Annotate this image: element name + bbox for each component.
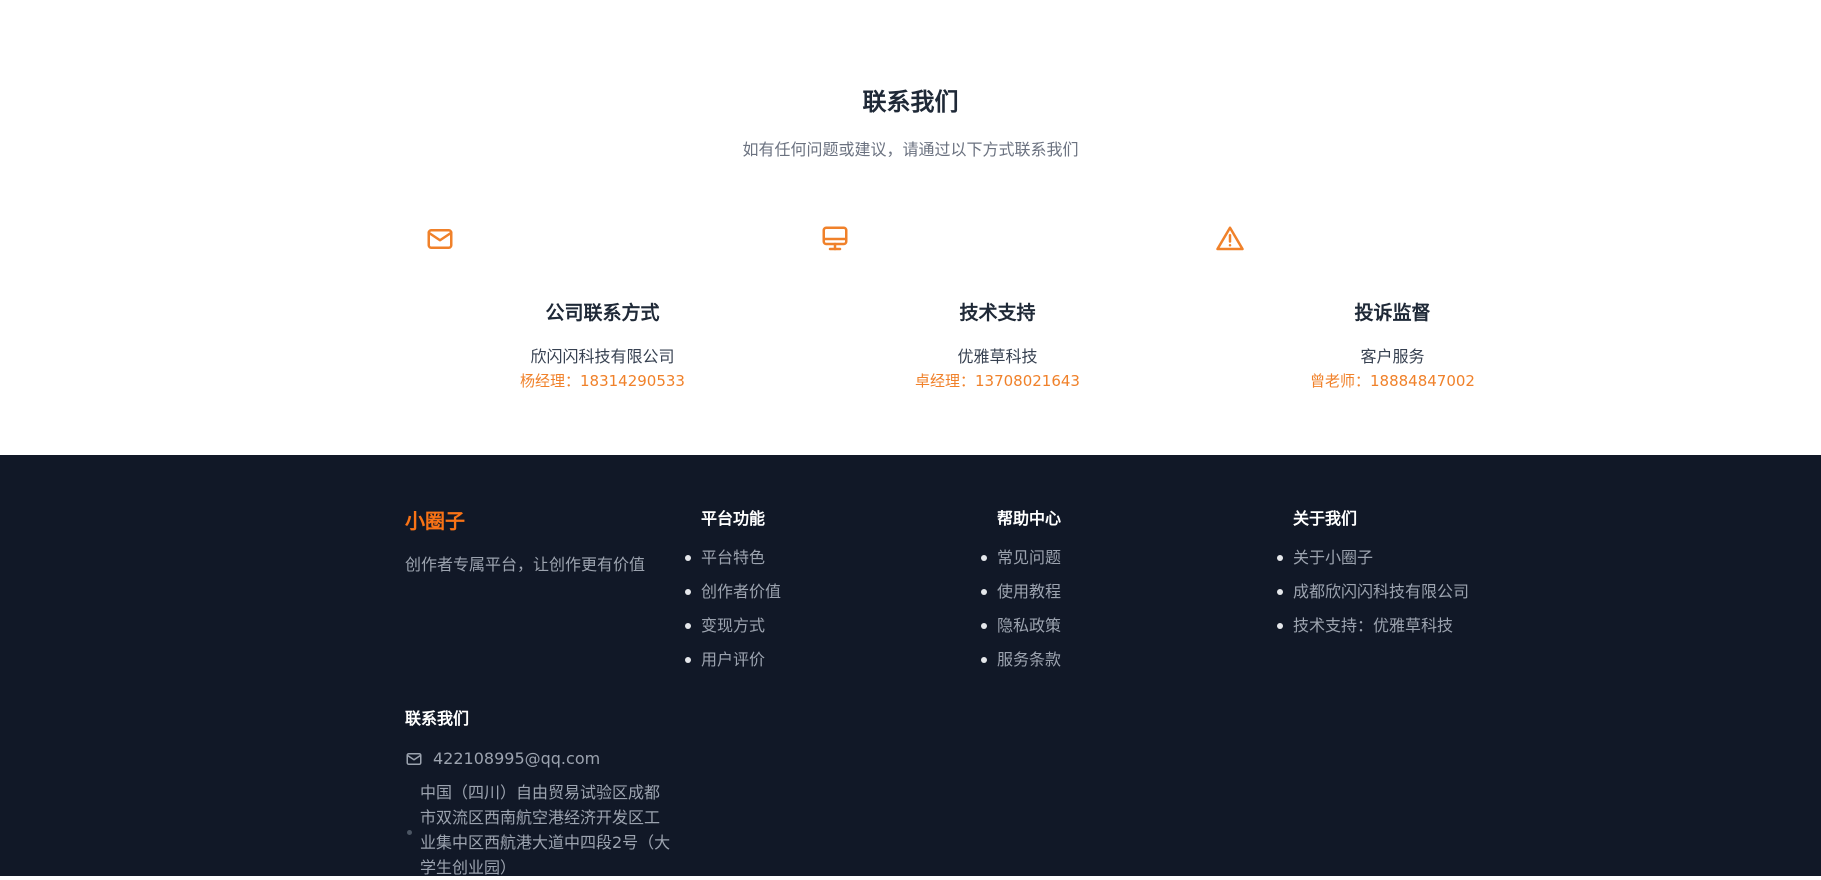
mail-icon	[406, 752, 422, 765]
card-phone[interactable]: 卓经理：13708021643	[800, 370, 1195, 391]
contact-card-company: 公司联系方式 欣闪闪科技有限公司 杨经理：18314290533	[405, 220, 800, 400]
footer-column-title: 关于我们	[1293, 509, 1358, 528]
footer-link[interactable]: 使用教程	[981, 581, 1277, 615]
alert-triangle-icon	[1215, 224, 1245, 254]
contact-title: 联系我们	[862, 88, 959, 116]
footer-column-title: 平台功能	[701, 509, 766, 528]
footer-address-text: 中国（四川）自由贸易试验区成都市双流区西南航空港经济开发区工业集中区西航港大道中…	[420, 783, 671, 877]
footer-column-help: 帮助中心 常见问题 使用教程 隐私政策 服务条款	[981, 505, 1277, 683]
contact-card-complaints: 投诉监督 客户服务 曾老师：18884847002	[1195, 220, 1590, 400]
monitor-icon	[820, 224, 850, 254]
card-company-name: 客户服务	[1360, 347, 1425, 366]
footer-link[interactable]: 变现方式	[685, 615, 981, 649]
card-title: 投诉监督	[1354, 302, 1431, 324]
card-title: 技术支持	[959, 302, 1036, 324]
footer-link[interactable]: 成都欣闪闪科技有限公司	[1277, 581, 1573, 615]
footer-link[interactable]: 隐私政策	[981, 615, 1277, 649]
footer-column-about: 关于我们 关于小圈子 成都欣闪闪科技有限公司 技术支持：优雅草科技	[1277, 505, 1573, 649]
footer-contact-title: 联系我们	[405, 709, 470, 728]
footer-column-title: 帮助中心	[997, 509, 1062, 528]
footer-link[interactable]: 用户评价	[685, 649, 981, 683]
footer-brand-name[interactable]: 小圈子	[405, 505, 465, 534]
card-company-name: 优雅草科技	[957, 347, 1038, 366]
card-phone[interactable]: 曾老师：18884847002	[1195, 370, 1590, 391]
footer-link[interactable]: 平台特色	[685, 547, 981, 581]
footer-link[interactable]: 关于小圈子	[1277, 547, 1573, 581]
contact-section: 联系我们 如有任何问题或建议，请通过以下方式联系我们 公司联系方式 欣闪闪科技有…	[0, 0, 1821, 455]
location-dot-icon	[407, 830, 412, 835]
contact-card-tech-support: 技术支持 优雅草科技 卓经理：13708021643	[800, 220, 1195, 400]
footer-email-text[interactable]: 422108995@qq.com	[433, 749, 600, 768]
footer-contact-email[interactable]: 422108995@qq.com	[405, 749, 600, 768]
footer-link[interactable]: 技术支持：优雅草科技	[1277, 615, 1573, 649]
footer-brand-slogan: 创作者专属平台，让创作更有价值	[405, 555, 646, 574]
footer-link[interactable]: 创作者价值	[685, 581, 981, 615]
card-company-name: 欣闪闪科技有限公司	[530, 347, 675, 366]
footer-column-platform: 平台功能 平台特色 创作者价值 变现方式 用户评价	[685, 505, 981, 683]
site-footer: 小圈子 创作者专属平台，让创作更有价值 平台功能 平台特色 创作者价值 变现方式…	[0, 455, 1821, 877]
card-phone[interactable]: 杨经理：18314290533	[405, 370, 800, 391]
card-title: 公司联系方式	[545, 302, 660, 324]
footer-link[interactable]: 常见问题	[981, 547, 1277, 581]
footer-link[interactable]: 服务条款	[981, 649, 1277, 683]
contact-subtitle: 如有任何问题或建议，请通过以下方式联系我们	[742, 140, 1079, 159]
mail-icon	[425, 224, 455, 254]
